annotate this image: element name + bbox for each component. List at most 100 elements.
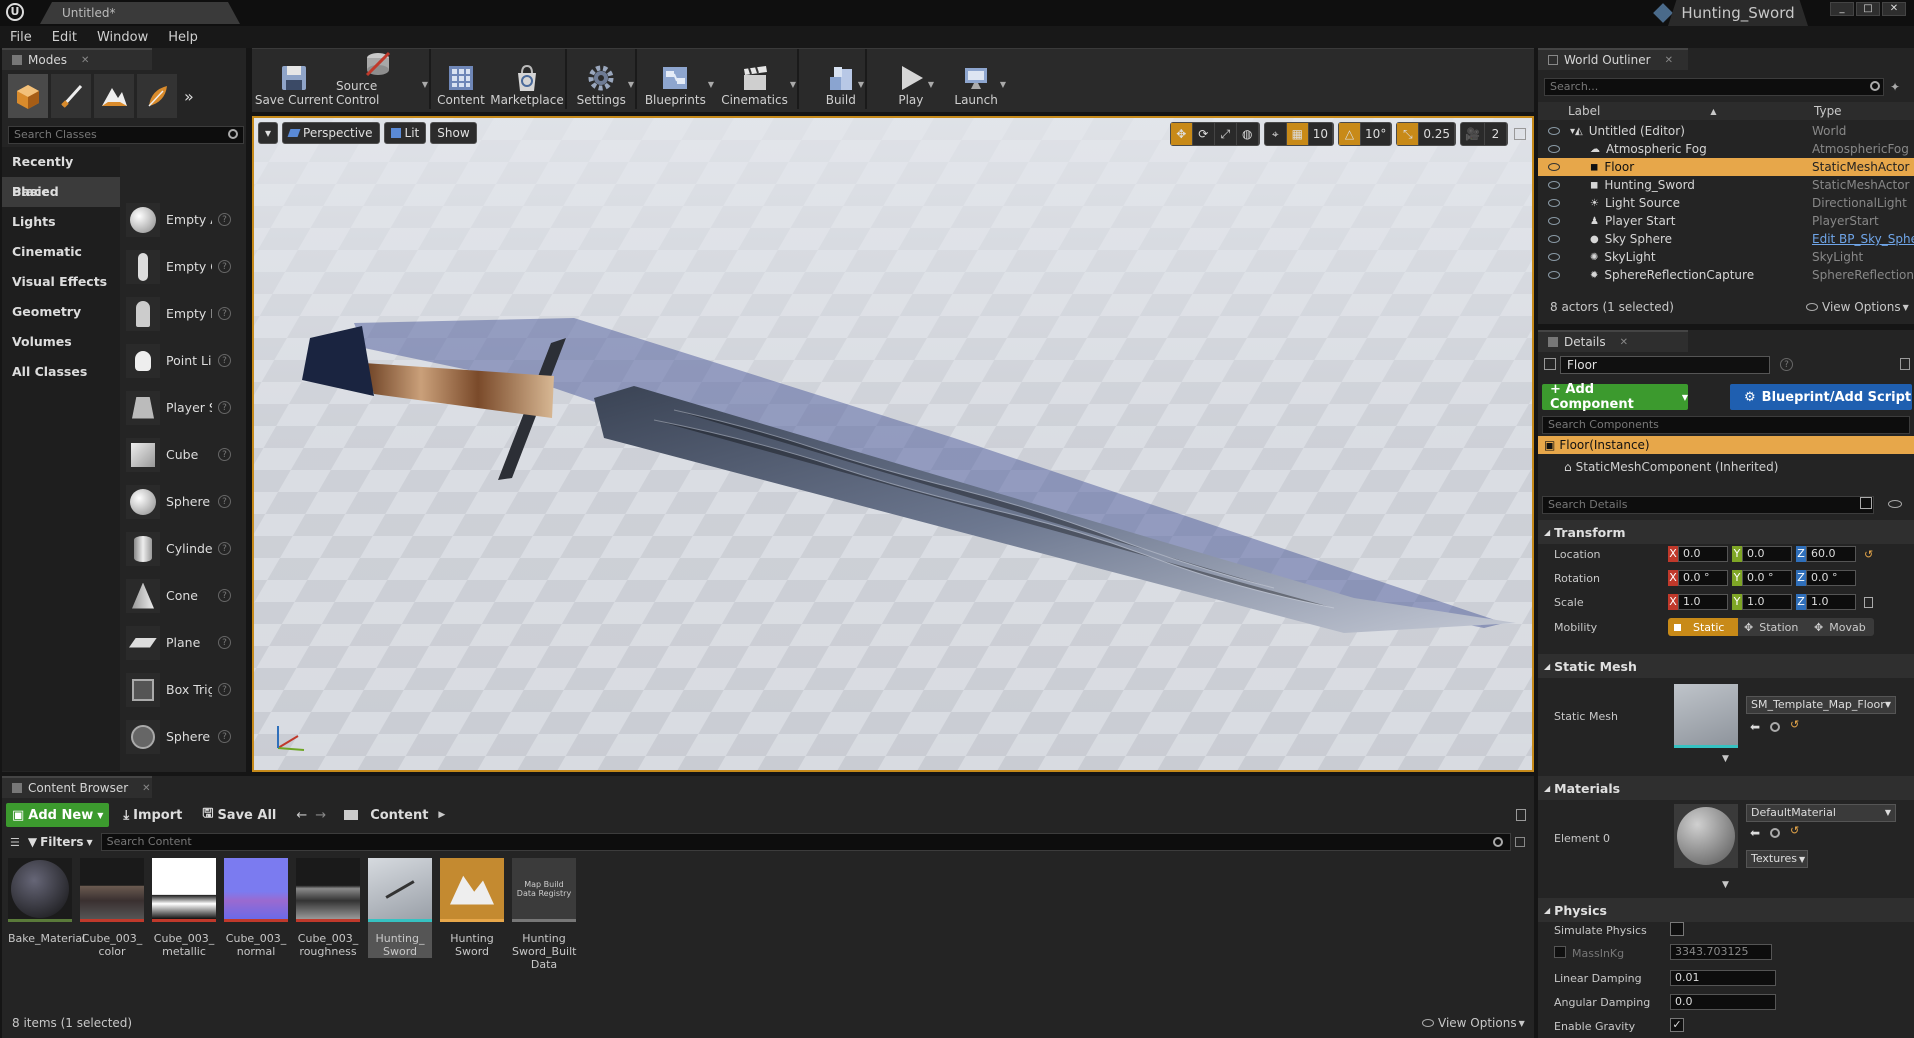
cb-view-options[interactable]: View Options ▼ [1422, 1016, 1525, 1030]
static-mesh-section[interactable]: ◢ Static Mesh [1538, 654, 1914, 678]
table-row[interactable]: ● Sky Sphere Edit BP_Sky_Sphe [1538, 230, 1914, 248]
sources-toggle-icon[interactable]: ☰ [10, 836, 20, 849]
material-thumbnail[interactable] [1674, 804, 1738, 868]
simulate-physics-checkbox[interactable] [1670, 922, 1684, 936]
rotation-snap-icon[interactable]: △ [1339, 123, 1362, 145]
list-item[interactable]: Point Lig? [120, 337, 246, 384]
help-icon[interactable]: ? [1780, 358, 1793, 371]
material-combo[interactable]: DefaultMaterial ▼ [1746, 804, 1896, 822]
foliage-mode-button[interactable] [137, 74, 177, 118]
help-icon[interactable]: ? [218, 354, 231, 367]
search-details-input[interactable]: Search Details [1542, 496, 1874, 514]
help-icon[interactable]: ? [218, 260, 231, 273]
list-item[interactable]: Player S? [120, 384, 246, 431]
help-icon[interactable]: ? [218, 730, 231, 743]
dropdown-arrow-icon[interactable]: ▼ [1000, 80, 1006, 89]
blueprints-button[interactable]: Blueprints ▼ [638, 49, 714, 111]
close-icon[interactable]: ✕ [1665, 55, 1673, 66]
add-component-button[interactable]: + Add Component ▼ [1542, 382, 1688, 412]
maximize-viewport-icon[interactable] [1514, 128, 1526, 140]
source-control-button[interactable]: Source Control ▼ [336, 49, 428, 111]
scale-label[interactable]: Scale [1554, 596, 1584, 609]
outliner-settings-icon[interactable]: ✦ [1890, 80, 1904, 94]
use-selected-arrow-icon[interactable]: ⬅ [1750, 826, 1760, 840]
location-y-input[interactable]: 0.0 [1742, 546, 1792, 562]
show-button[interactable]: Show [430, 122, 477, 144]
enable-gravity-checkbox[interactable]: ✓ [1670, 1018, 1684, 1032]
forward-arrow-icon[interactable]: → [315, 808, 326, 823]
world-space-icon[interactable]: ◍ [1237, 123, 1259, 145]
save-current-button[interactable]: Save Current [252, 49, 336, 111]
document-tab[interactable]: Untitled* [40, 2, 240, 24]
linear-damping-input[interactable]: 0.01 [1670, 970, 1776, 986]
asset-tile[interactable]: Cube_003_ roughness [296, 858, 360, 958]
component-root-row[interactable]: ▣ Floor(Instance) [1538, 436, 1914, 454]
maximize-button[interactable]: □ [1856, 2, 1880, 16]
list-item[interactable]: Empty A? [120, 196, 246, 243]
browse-search-icon[interactable] [1770, 828, 1780, 838]
help-icon[interactable]: ? [218, 307, 231, 320]
reset-arrow-icon[interactable]: ↺ [1790, 824, 1799, 837]
place-mode-button[interactable] [8, 74, 48, 118]
blueprint-add-script-button[interactable]: ⚙ Blueprint/Add Script [1730, 384, 1912, 410]
property-matrix-icon[interactable] [1860, 497, 1872, 509]
help-icon[interactable]: ? [218, 495, 231, 508]
path-content[interactable]: Content [370, 808, 428, 823]
rotation-x-input[interactable]: 0.0 ° [1678, 570, 1728, 586]
dropdown-arrow-icon[interactable]: ▼ [858, 80, 864, 89]
help-icon[interactable]: ? [218, 683, 231, 696]
help-icon[interactable]: ? [218, 636, 231, 649]
eye-icon[interactable] [1888, 500, 1902, 508]
build-button[interactable]: Build ▼ [800, 49, 864, 111]
browse-search-icon[interactable] [1770, 722, 1780, 732]
paint-mode-button[interactable] [51, 74, 91, 118]
outliner-view-options[interactable]: View Options ▼ [1806, 300, 1909, 314]
asset-tile[interactable]: Hunting Sword [440, 858, 504, 958]
mobility-station-button[interactable]: ✥ Station [1738, 618, 1808, 636]
content-browser-tab[interactable]: Content Browser ✕ [2, 776, 152, 798]
asset-tile[interactable]: Map Build Data Registry Hunting Sword_Bui… [512, 858, 576, 971]
marketplace-button[interactable]: Marketplace [490, 49, 564, 111]
category-geometry[interactable]: Geometry [2, 297, 120, 327]
content-button[interactable]: Content [432, 49, 490, 111]
static-mesh-thumbnail[interactable] [1674, 684, 1738, 748]
play-button[interactable]: Play ▼ [868, 49, 934, 111]
scale-snap-value[interactable]: 0.25 [1419, 123, 1456, 145]
table-row[interactable]: ♟ Player Start PlayerStart [1538, 212, 1914, 230]
textures-dropdown[interactable]: Textures ▼ [1746, 850, 1808, 868]
physics-section[interactable]: ◢ Physics [1538, 898, 1914, 922]
lit-button[interactable]: Lit [383, 122, 427, 144]
category-visual-effects[interactable]: Visual Effects [2, 267, 120, 297]
column-label[interactable]: Label [1568, 104, 1600, 118]
table-row[interactable]: ◼ Hunting_Sword StaticMeshActor [1538, 176, 1914, 194]
dropdown-arrow-icon[interactable]: ▼ [628, 80, 634, 89]
list-item[interactable]: Cylinder? [120, 525, 246, 572]
scale-snap-icon[interactable]: ⤡ [1397, 123, 1420, 145]
details-tab[interactable]: Details ✕ [1538, 330, 1688, 352]
import-button[interactable]: ⤓ Import [123, 808, 182, 823]
viewport-options-button[interactable]: ▾ [258, 122, 279, 144]
rotation-label[interactable]: Rotation [1554, 572, 1600, 585]
search-components-input[interactable]: Search Components [1542, 416, 1910, 434]
rotation-z-input[interactable]: 0.0 ° [1806, 570, 1856, 586]
visibility-eye-icon[interactable] [1548, 217, 1560, 225]
asset-tile[interactable]: Cube_003_ normal [224, 858, 288, 958]
scale-z-input[interactable]: 1.0 [1806, 594, 1856, 610]
category-lights[interactable]: Lights [2, 207, 120, 237]
reset-arrow-icon[interactable]: ↺ [1864, 548, 1873, 561]
lock-icon[interactable] [1900, 358, 1910, 370]
minimize-button[interactable]: _ [1830, 2, 1854, 16]
category-cinematic[interactable]: Cinematic [2, 237, 120, 267]
scale-y-input[interactable]: 1.0 [1742, 594, 1792, 610]
list-item[interactable]: Cube? [120, 431, 246, 478]
expand-arrow-icon[interactable]: ▼ [1722, 754, 1729, 764]
modes-tab[interactable]: Modes ✕ [2, 48, 152, 70]
materials-section[interactable]: ◢ Materials [1538, 776, 1914, 800]
location-z-input[interactable]: 60.0 [1806, 546, 1856, 562]
menu-file[interactable]: File [10, 30, 32, 45]
location-label[interactable]: Location [1554, 548, 1601, 561]
close-icon[interactable]: ✕ [1620, 337, 1628, 348]
rotation-y-input[interactable]: 0.0 ° [1742, 570, 1792, 586]
help-icon[interactable]: ? [218, 401, 231, 414]
category-volumes[interactable]: Volumes [2, 327, 120, 357]
